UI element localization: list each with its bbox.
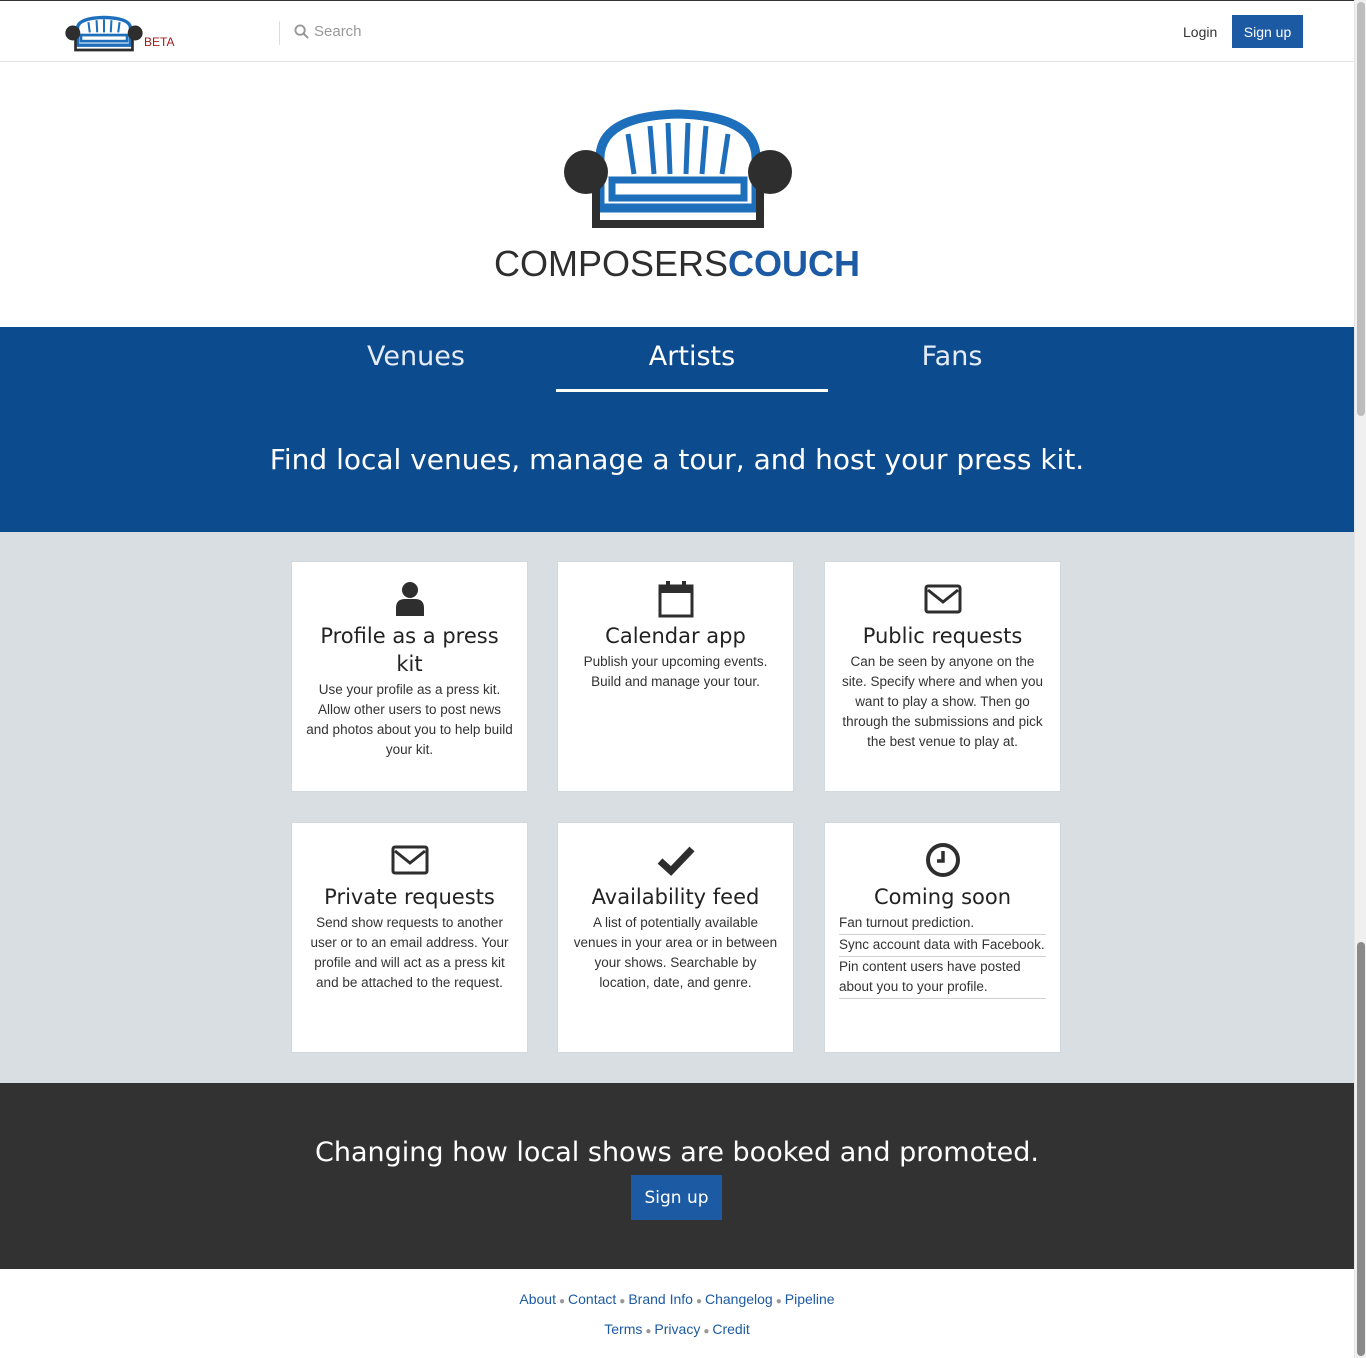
active-tab-indicator bbox=[556, 389, 828, 392]
footer-separator: ● bbox=[703, 1326, 710, 1337]
feature-title: Calendar app bbox=[605, 624, 746, 648]
footer-link-changelog[interactable]: Changelog bbox=[705, 1291, 773, 1307]
footer-link-terms[interactable]: Terms bbox=[604, 1321, 642, 1337]
list-item: Sync account data with Facebook. bbox=[839, 935, 1046, 957]
brand-wordmark-bold: COUCH bbox=[728, 243, 861, 284]
feature-title: Availability feed bbox=[591, 885, 760, 909]
footer-separator: ● bbox=[775, 1296, 782, 1307]
top-navbar: BETA Search Login Sign up bbox=[0, 0, 1354, 62]
feature-card: Public requests Can be seen by anyone on… bbox=[824, 561, 1061, 792]
tagline: Find local venues, manage a tour, and ho… bbox=[269, 443, 1085, 476]
brand-wordmark-light: COMPOSERS bbox=[493, 243, 729, 284]
nav-divider bbox=[279, 21, 280, 45]
scrollbar-track-highlight bbox=[1357, 2, 1365, 416]
feature-text: Publish your upcoming events. Build and … bbox=[583, 654, 768, 689]
checkmark-icon bbox=[657, 846, 695, 876]
cta-heading: Changing how local shows are booked and … bbox=[314, 1137, 1040, 1168]
feature-card: Coming soon Fan turnout prediction. Sync… bbox=[824, 822, 1061, 1053]
coming-soon-list: Fan turnout prediction. Sync account dat… bbox=[839, 913, 1046, 999]
audience-band: Venues Artists Fans Find local venues, m… bbox=[0, 327, 1354, 532]
feature-text: A list of potentially available venues i… bbox=[573, 915, 778, 990]
envelope-icon bbox=[391, 845, 428, 875]
page-scrollbar[interactable] bbox=[1354, 0, 1366, 1358]
tab-fans[interactable]: Fans bbox=[870, 341, 1034, 372]
feature-text: Use your profile as a press kit. Allow o… bbox=[306, 682, 513, 757]
brand-wordmark: COMPOSERSCOUCH bbox=[0, 243, 1354, 285]
search-icon bbox=[294, 24, 309, 39]
feature-card: Availability feed A list of potentially … bbox=[557, 822, 794, 1053]
feature-text: Send show requests to another user or to… bbox=[310, 915, 509, 990]
feature-card: Calendar app Publish your upcoming event… bbox=[557, 561, 794, 792]
footer-separator: ● bbox=[695, 1296, 702, 1307]
footer: About ● Contact ● Brand Info ● Changelog ● Pipel… bbox=[0, 1269, 1354, 1358]
feature-text: Can be seen by anyone on the site. Speci… bbox=[841, 654, 1044, 749]
feature-title: Coming soon bbox=[873, 885, 1012, 909]
feature-title: Private requests bbox=[324, 885, 495, 909]
cta-section: Changing how local shows are booked and … bbox=[0, 1083, 1354, 1269]
cta-signup-button[interactable]: Sign up bbox=[631, 1175, 722, 1220]
feature-title: Profile as a press kit bbox=[320, 624, 499, 676]
feature-title: Public requests bbox=[862, 624, 1023, 648]
login-link[interactable]: Login bbox=[1183, 24, 1217, 40]
search-placeholder: Search bbox=[314, 23, 362, 40]
feature-card: Private requests Send show requests to a… bbox=[291, 822, 528, 1053]
footer-link-pipeline[interactable]: Pipeline bbox=[785, 1291, 835, 1307]
footer-link-brand-info[interactable]: Brand Info bbox=[628, 1291, 693, 1307]
calendar-icon bbox=[658, 581, 693, 618]
footer-links-secondary: Terms ● Privacy ● Credit bbox=[0, 1321, 1354, 1337]
footer-links-primary: About ● Contact ● Brand Info ● Changelog ● Pipel… bbox=[0, 1291, 1354, 1307]
user-icon bbox=[395, 582, 424, 616]
footer-link-about[interactable]: About bbox=[519, 1291, 556, 1307]
footer-separator: ● bbox=[645, 1326, 652, 1337]
list-item: Pin content users have posted about you … bbox=[839, 957, 1046, 999]
footer-link-credit[interactable]: Credit bbox=[712, 1321, 749, 1337]
scrollbar-thumb[interactable] bbox=[1357, 942, 1365, 1356]
couch-hero-logo-icon bbox=[564, 109, 792, 228]
tab-venues[interactable]: Venues bbox=[330, 341, 502, 372]
envelope-icon bbox=[924, 584, 961, 614]
tab-artists[interactable]: Artists bbox=[556, 341, 828, 372]
footer-separator: ● bbox=[619, 1296, 626, 1307]
list-item: Fan turnout prediction. bbox=[839, 913, 1046, 935]
couch-logo-icon[interactable] bbox=[64, 11, 144, 53]
feature-card: Profile as a press kit Use your profile … bbox=[291, 561, 528, 792]
footer-link-contact[interactable]: Contact bbox=[568, 1291, 616, 1307]
beta-badge: BETA bbox=[144, 35, 175, 49]
clock-icon bbox=[925, 843, 960, 877]
features-section: Profile as a press kit Use your profile … bbox=[0, 532, 1354, 1083]
signup-button[interactable]: Sign up bbox=[1232, 15, 1303, 48]
footer-separator: ● bbox=[558, 1296, 566, 1307]
footer-link-privacy[interactable]: Privacy bbox=[654, 1321, 700, 1337]
search-input[interactable]: Search bbox=[294, 23, 362, 40]
